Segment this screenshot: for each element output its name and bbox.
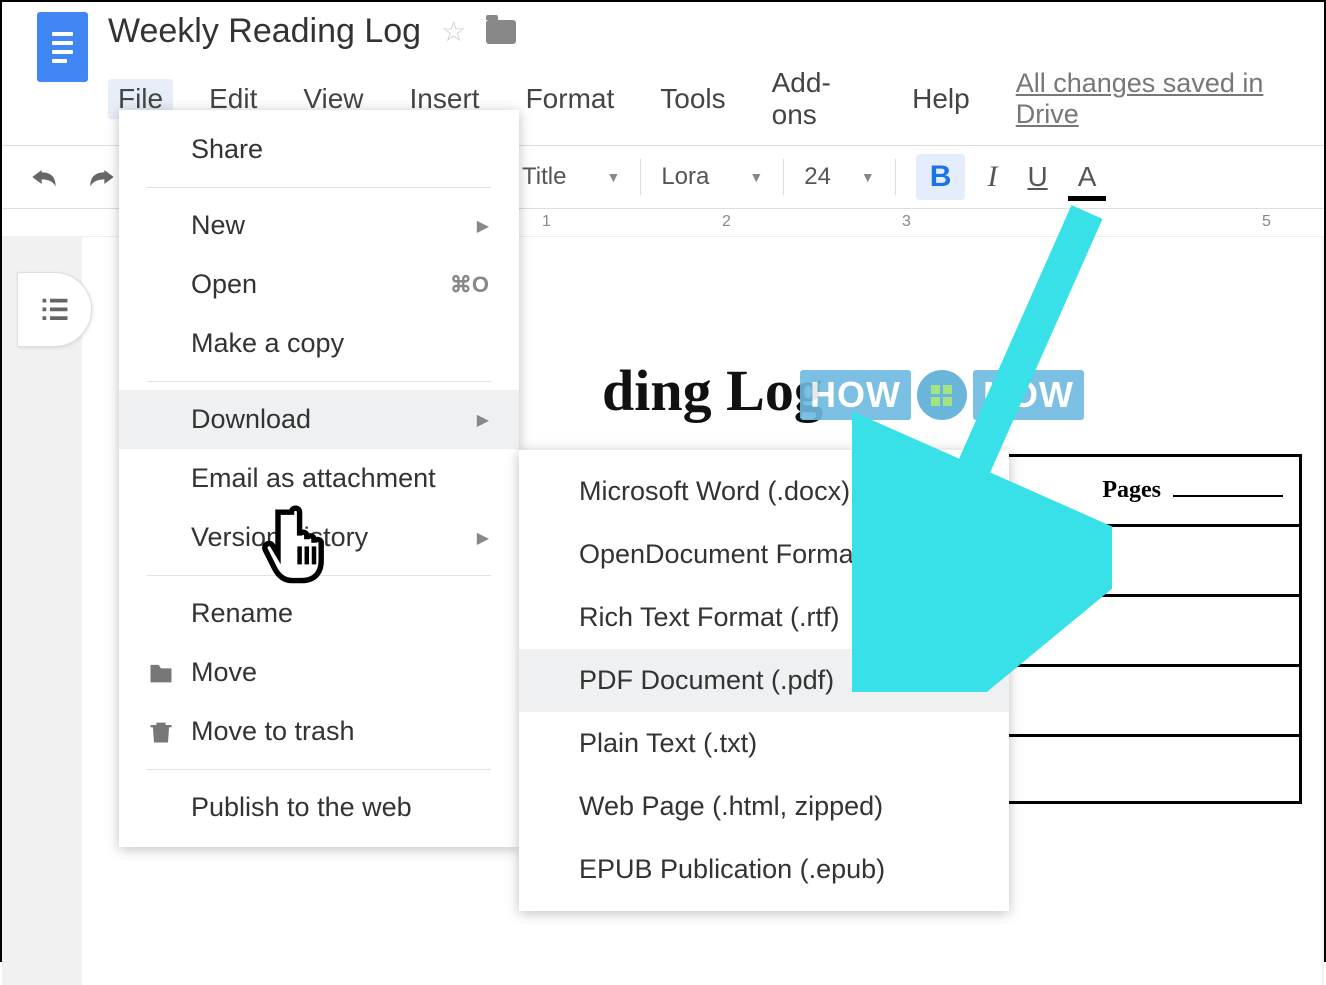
undo-button[interactable]	[22, 161, 66, 193]
download-html[interactable]: Web Page (.html, zipped)	[519, 775, 1009, 838]
file-move-trash[interactable]: Move to trash	[119, 702, 519, 761]
file-download[interactable]: Download ▶	[119, 390, 519, 449]
file-new[interactable]: New ▶	[119, 196, 519, 255]
file-move[interactable]: Move	[119, 643, 519, 702]
italic-button[interactable]: I	[979, 156, 1005, 198]
trash-icon	[147, 718, 175, 746]
chevron-right-icon: ▶	[477, 528, 489, 548]
file-move-label: Move	[191, 657, 257, 688]
chevron-right-icon: ▶	[477, 410, 489, 430]
ruler-tick: 5	[1262, 213, 1271, 231]
text-color-button[interactable]: A	[1070, 157, 1105, 197]
folder-icon[interactable]	[486, 20, 516, 44]
style-value: Title	[522, 163, 566, 191]
redo-button[interactable]	[80, 161, 124, 193]
file-open-label: Open	[191, 269, 257, 300]
watermark: HOW NOW	[800, 370, 1084, 420]
watermark-text: NOW	[973, 370, 1084, 420]
shortcut-label: ⌘O	[450, 272, 489, 298]
file-open[interactable]: Open ⌘O	[119, 255, 519, 314]
bold-button[interactable]: B	[916, 154, 966, 200]
ruler-tick: 4	[1082, 213, 1091, 231]
file-version-history[interactable]: Version history ▶	[119, 508, 519, 567]
caret-icon: ▼	[861, 169, 875, 185]
docs-logo-icon[interactable]	[37, 12, 88, 82]
watermark-text: HOW	[800, 370, 911, 420]
ruler-tick: 2	[722, 213, 731, 231]
file-publish[interactable]: Publish to the web	[119, 778, 519, 837]
file-rename[interactable]: Rename	[119, 584, 519, 643]
file-email-attachment[interactable]: Email as attachment	[119, 449, 519, 508]
ruler-tick: 3	[902, 213, 911, 231]
menu-help[interactable]: Help	[902, 79, 980, 119]
watermark-logo-icon	[917, 370, 967, 420]
chevron-right-icon: ▶	[477, 216, 489, 236]
file-share[interactable]: Share	[119, 120, 519, 179]
menu-tools[interactable]: Tools	[650, 79, 735, 119]
download-rtf[interactable]: Rich Text Format (.rtf)	[519, 586, 1009, 649]
file-version-label: Version history	[191, 522, 368, 553]
download-txt[interactable]: Plain Text (.txt)	[519, 712, 1009, 775]
file-make-copy[interactable]: Make a copy	[119, 314, 519, 373]
pages-label: Pages	[1102, 477, 1161, 503]
download-odt[interactable]: OpenDocument Format (.odt)	[519, 523, 1009, 586]
folder-icon	[147, 659, 175, 687]
save-status[interactable]: All changes saved in Drive	[1016, 68, 1304, 130]
menu-addons[interactable]: Add-ons	[762, 63, 877, 135]
style-dropdown[interactable]: Title ▼	[522, 163, 620, 191]
underline-button[interactable]: U	[1019, 157, 1055, 197]
caret-icon: ▼	[606, 169, 620, 185]
file-new-label: New	[191, 210, 245, 241]
font-value: Lora	[661, 163, 709, 191]
google-docs-app: Weekly Reading Log ☆ File Edit View Inse…	[2, 2, 1324, 960]
size-dropdown[interactable]: 24 ▼	[804, 163, 875, 191]
download-pdf[interactable]: PDF Document (.pdf)	[519, 649, 1009, 712]
font-dropdown[interactable]: Lora ▼	[661, 163, 763, 191]
caret-icon: ▼	[749, 169, 763, 185]
file-trash-label: Move to trash	[191, 716, 355, 747]
star-icon[interactable]: ☆	[441, 15, 466, 48]
download-docx[interactable]: Microsoft Word (.docx)	[519, 460, 1009, 523]
size-value: 24	[804, 163, 831, 191]
download-submenu: Microsoft Word (.docx) OpenDocument Form…	[519, 450, 1009, 911]
download-epub[interactable]: EPUB Publication (.epub)	[519, 838, 1009, 901]
file-download-label: Download	[191, 404, 311, 435]
document-title[interactable]: Weekly Reading Log	[108, 12, 421, 51]
ruler-tick: 1	[542, 213, 551, 231]
menu-format[interactable]: Format	[516, 79, 625, 119]
file-menu-dropdown: Share New ▶ Open ⌘O Make a copy Download…	[119, 110, 519, 847]
outline-button[interactable]	[17, 272, 92, 347]
